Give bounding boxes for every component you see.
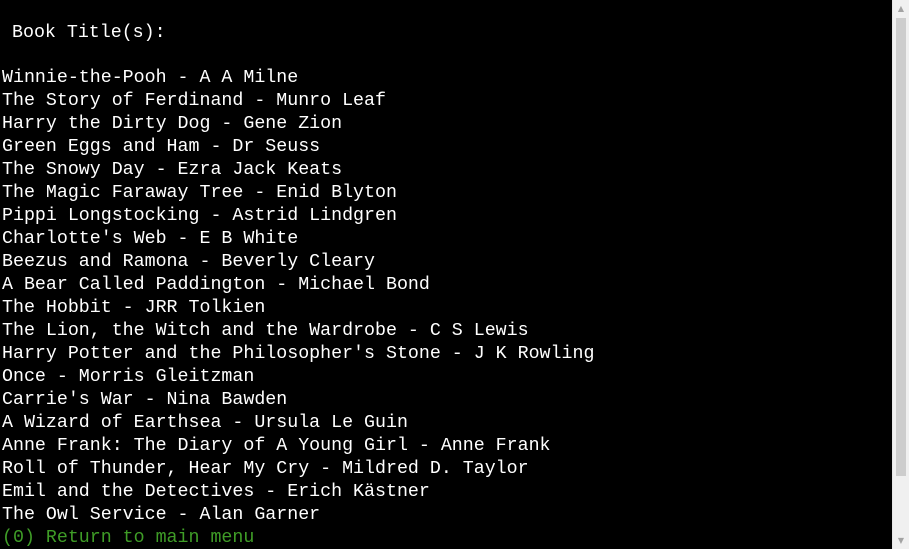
book-entry: A Bear Called Paddington - Michael Bond — [2, 275, 430, 295]
book-entry: The Lion, the Witch and the Wardrobe - C… — [2, 321, 529, 341]
book-entry: Carrie's War - Nina Bawden — [2, 390, 288, 410]
book-entry: The Magic Faraway Tree - Enid Blyton — [2, 183, 397, 203]
book-entry: Green Eggs and Ham - Dr Seuss — [2, 137, 321, 157]
vertical-scrollbar[interactable]: ▲ ▼ — [892, 0, 909, 549]
scroll-up-arrow-icon[interactable]: ▲ — [893, 0, 909, 17]
book-entry: Once - Morris Gleitzman — [2, 367, 255, 387]
book-entry: Roll of Thunder, Hear My Cry - Mildred D… — [2, 459, 529, 479]
console-output[interactable]: Book Title(s): Winnie-the-Pooh - A A Mil… — [0, 0, 892, 549]
list-heading: Book Title(s): — [12, 23, 166, 43]
book-entry: Beezus and Ramona - Beverly Cleary — [2, 252, 375, 272]
book-entry: Harry Potter and the Philosopher's Stone… — [2, 344, 595, 364]
book-entry: Anne Frank: The Diary of A Young Girl - … — [2, 436, 551, 456]
return-to-main-menu-option: (0) Return to main menu — [2, 528, 255, 548]
book-entry: Harry the Dirty Dog - Gene Zion — [2, 114, 343, 134]
book-entry: Charlotte's Web - E B White — [2, 229, 299, 249]
scrollbar-thumb[interactable] — [896, 18, 906, 476]
book-entry: Emil and the Detectives - Erich Kästner — [2, 482, 430, 502]
book-entry: A Wizard of Earthsea - Ursula Le Guin — [2, 413, 408, 433]
book-entry: The Owl Service - Alan Garner — [2, 505, 321, 525]
book-entry: Winnie-the-Pooh - A A Milne — [2, 68, 299, 88]
book-list: Winnie-the-Pooh - A A Milne The Story of … — [2, 67, 594, 527]
book-entry: The Hobbit - JRR Tolkien — [2, 298, 266, 318]
book-entry: The Snowy Day - Ezra Jack Keats — [2, 160, 343, 180]
book-entry: Pippi Longstocking - Astrid Lindgren — [2, 206, 397, 226]
scroll-down-arrow-icon[interactable]: ▼ — [893, 532, 909, 549]
console-window: Book Title(s): Winnie-the-Pooh - A A Mil… — [0, 0, 909, 549]
book-entry: The Story of Ferdinand - Munro Leaf — [2, 91, 386, 111]
